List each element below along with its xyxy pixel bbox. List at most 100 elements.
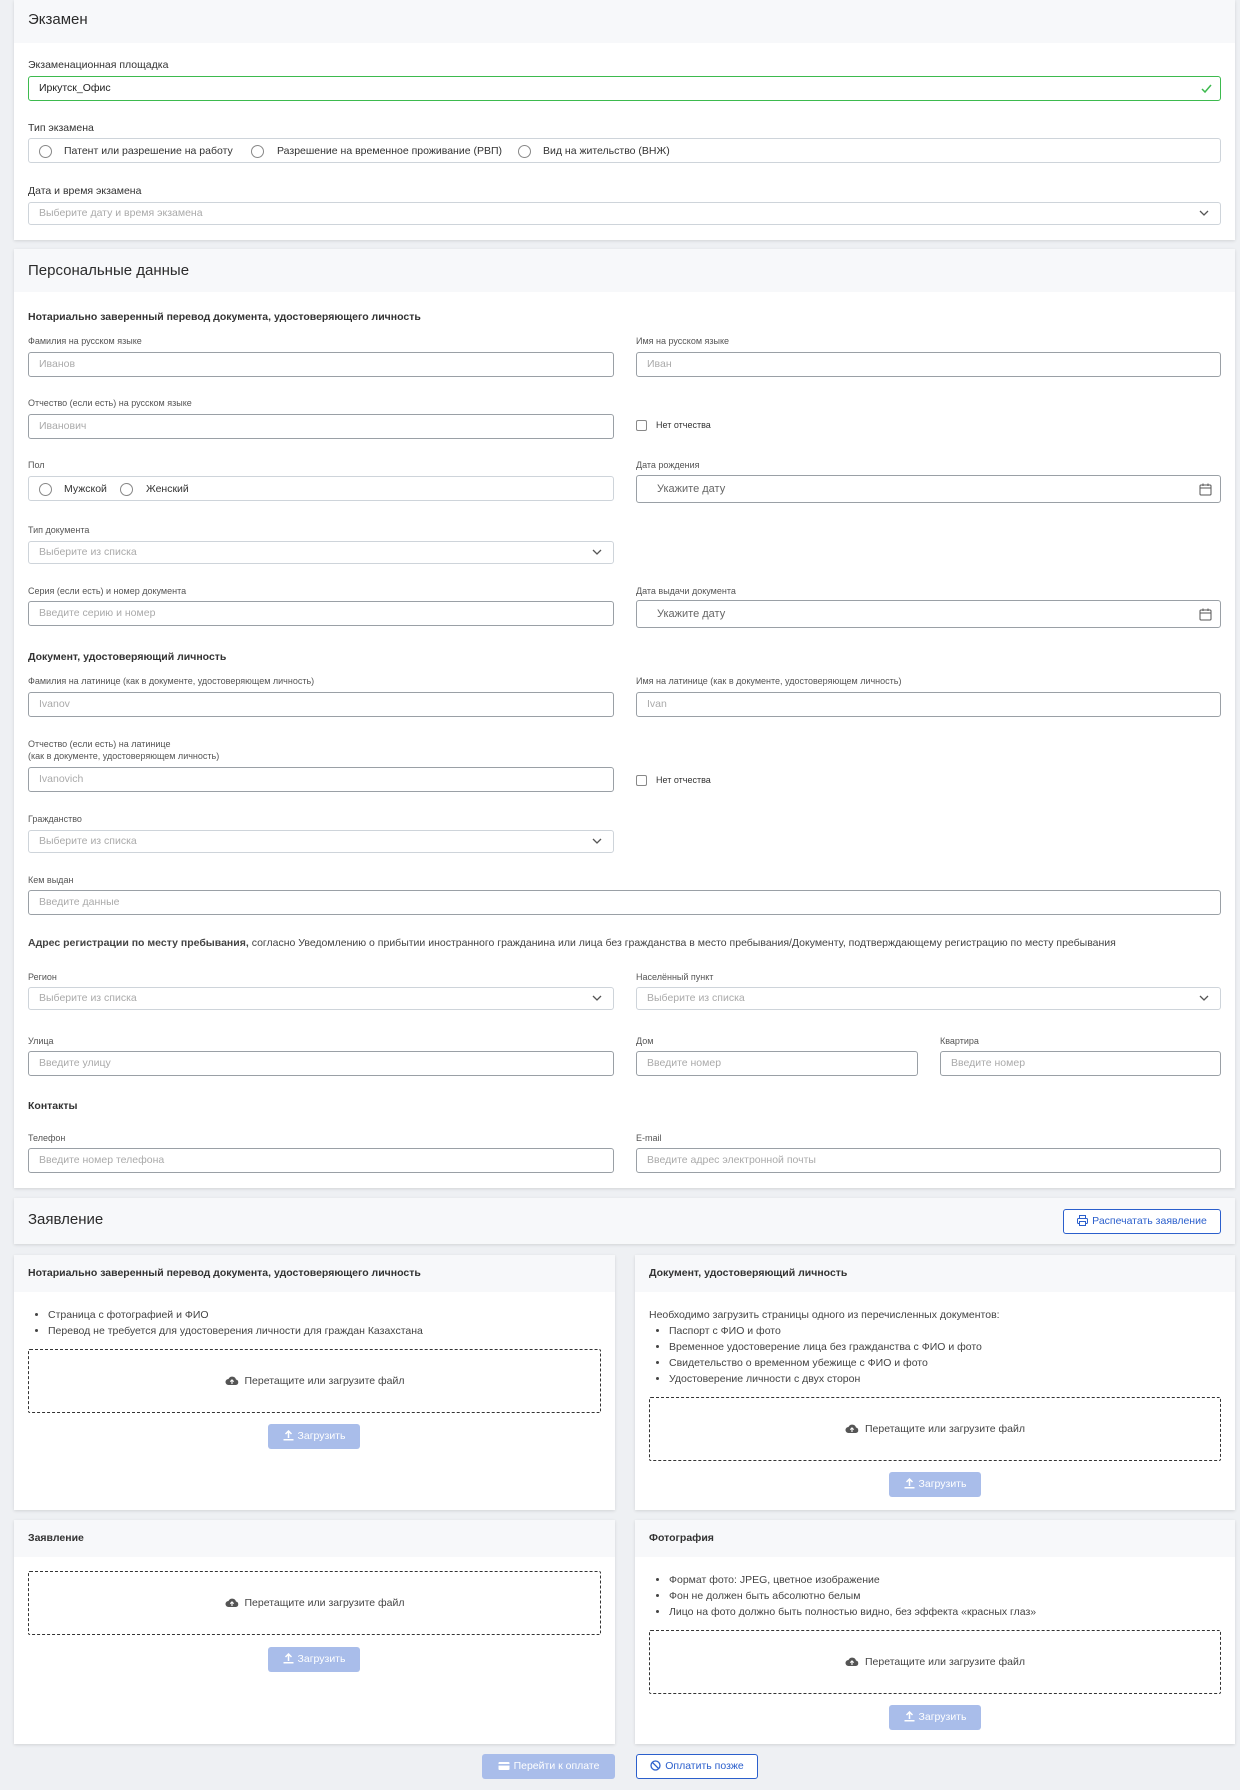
surname-ru-input[interactable]: Иванов xyxy=(28,352,614,377)
list-item: Свидетельство о временном убежище с ФИО … xyxy=(669,1355,1000,1371)
citizenship-select[interactable]: Выберите из списка xyxy=(28,830,614,853)
doc-issue-date-picker[interactable]: Укажите дату xyxy=(636,600,1221,628)
phone-input[interactable]: Введите номер телефона xyxy=(28,1148,614,1173)
exam-card: Экзамен Экзаменационная площадка Иркутск… xyxy=(14,0,1235,240)
personal-title: Персональные данные xyxy=(28,262,190,279)
notarized-panel-title: Нотариально заверенный перевод документа… xyxy=(14,1255,615,1292)
patronymic-lat-label-line1: Отчество (если есть) на латинице xyxy=(28,739,171,749)
exam-type-radio-patent[interactable] xyxy=(39,145,52,158)
statement-upload-button[interactable]: Загрузить xyxy=(268,1647,360,1672)
exam-type-option-rvp[interactable]: Разрешение на временное проживание (РВП) xyxy=(277,145,502,157)
doc-type-placeholder: Выберите из списка xyxy=(39,546,137,558)
no-patronymic-lat-label[interactable]: Нет отчества xyxy=(656,775,711,785)
id-document-requirements: Необходимо загрузить страницы одного из … xyxy=(649,1307,1000,1387)
citizenship-placeholder: Выберите из списка xyxy=(39,835,137,847)
street-label: Улица xyxy=(28,1036,54,1046)
doc-number-input[interactable]: Введите серию и номер xyxy=(28,601,614,626)
birthdate-placeholder: Укажите дату xyxy=(657,483,726,495)
email-input[interactable]: Введите адрес электронной почты xyxy=(636,1148,1221,1173)
surname-lat-input[interactable]: Ivanov xyxy=(28,692,614,717)
list-item: Временное удостоверение лица без граждан… xyxy=(669,1339,1000,1355)
doc-issue-date-placeholder: Укажите дату xyxy=(657,608,726,620)
list-item: Формат фото: JPEG, цветное изображение xyxy=(669,1572,1036,1588)
chevron-down-icon xyxy=(592,995,602,1001)
cloud-upload-icon xyxy=(224,1598,238,1607)
list-item: Фон не должен быть абсолютно белым xyxy=(669,1588,1036,1604)
notarized-upload-panel: Нотариально заверенный перевод документа… xyxy=(14,1255,615,1510)
statement-panel-title: Заявление xyxy=(14,1520,615,1557)
upload-icon xyxy=(904,1477,915,1489)
doc-type-label: Тип документа xyxy=(28,525,90,535)
exam-datetime-select[interactable]: Выберите дату и время экзамена xyxy=(28,202,1221,225)
street-input[interactable]: Введите улицу xyxy=(28,1051,614,1076)
citizenship-label: Гражданство xyxy=(28,814,82,824)
statement-dropzone[interactable]: Перетащите или загрузите файл xyxy=(28,1571,601,1635)
notarized-upload-button[interactable]: Загрузить xyxy=(268,1424,360,1449)
chevron-down-icon xyxy=(1199,995,1209,1001)
print-application-label: Распечатать заявление xyxy=(1092,1215,1207,1227)
upload-button-label: Загрузить xyxy=(918,1711,967,1723)
pay-later-button[interactable]: Оплатить позже xyxy=(636,1754,758,1779)
name-ru-input[interactable]: Иван xyxy=(636,352,1221,377)
issued-by-input[interactable]: Введите данные xyxy=(28,890,1221,915)
venue-value: Иркутск_Офис xyxy=(39,82,111,94)
no-patronymic-ru-label[interactable]: Нет отчества xyxy=(656,420,711,430)
personal-data-card: Персональные данные Нотариально заверенн… xyxy=(14,249,1235,1188)
apartment-input[interactable]: Введите номер xyxy=(940,1051,1221,1076)
dropzone-hint: Перетащите или загрузите файл xyxy=(845,1423,1025,1435)
region-select[interactable]: Выберите из списка xyxy=(28,987,614,1010)
exam-type-option-patent[interactable]: Патент или разрешение на работу xyxy=(64,145,233,157)
id-document-upload-button[interactable]: Загрузить xyxy=(889,1472,981,1497)
exam-type-radio-rvp[interactable] xyxy=(251,145,264,158)
upload-button-label: Загрузить xyxy=(297,1653,346,1665)
gender-label: Пол xyxy=(28,460,45,470)
go-to-payment-button[interactable]: Перейти к оплате xyxy=(482,1754,615,1779)
statement-upload-panel: Заявление Перетащите или загрузите файл … xyxy=(14,1520,615,1744)
cloud-upload-icon xyxy=(845,1657,859,1666)
calendar-icon[interactable] xyxy=(1199,608,1212,621)
gender-radio-group: Мужской Женский xyxy=(28,476,614,501)
calendar-icon[interactable] xyxy=(1199,483,1212,496)
upload-icon xyxy=(904,1710,915,1722)
upload-icon xyxy=(283,1429,294,1441)
email-label: E-mail xyxy=(636,1133,662,1143)
dropzone-hint: Перетащите или загрузите файл xyxy=(224,1375,405,1387)
check-icon xyxy=(1201,84,1212,94)
photo-upload-panel: Фотография Формат фото: JPEG, цветное из… xyxy=(635,1520,1235,1744)
list-item: Лицо на фото должно быть полностью видно… xyxy=(669,1604,1036,1620)
ban-icon xyxy=(650,1760,661,1771)
upload-icon xyxy=(283,1652,294,1664)
photo-dropzone[interactable]: Перетащите или загрузите файл xyxy=(649,1630,1221,1694)
gender-radio-female[interactable] xyxy=(120,483,133,496)
exam-type-option-vnzh[interactable]: Вид на жительство (ВНЖ) xyxy=(543,145,670,157)
print-application-button[interactable]: Распечатать заявление xyxy=(1063,1209,1221,1234)
id-document-dropzone[interactable]: Перетащите или загрузите файл xyxy=(649,1397,1221,1461)
venue-select[interactable]: Иркутск_Офис xyxy=(28,76,1221,101)
photo-upload-button[interactable]: Загрузить xyxy=(889,1705,981,1730)
surname-ru-label: Фамилия на русском языке xyxy=(28,336,142,346)
patronymic-lat-input[interactable]: Ivanovich xyxy=(28,767,614,792)
exam-type-radio-vnzh[interactable] xyxy=(518,145,531,158)
apartment-label: Квартира xyxy=(940,1036,979,1046)
gender-radio-male[interactable] xyxy=(39,483,52,496)
no-patronymic-lat-checkbox[interactable] xyxy=(636,775,647,786)
gender-option-female[interactable]: Женский xyxy=(146,483,189,495)
birthdate-label: Дата рождения xyxy=(636,460,700,470)
dropzone-hint: Перетащите или загрузите файл xyxy=(845,1656,1025,1668)
patronymic-ru-input[interactable]: Иванович xyxy=(28,414,614,439)
doc-type-select[interactable]: Выберите из списка xyxy=(28,541,614,564)
name-lat-input[interactable]: Ivan xyxy=(636,692,1221,717)
surname-lat-label: Фамилия на латинице (как в документе, уд… xyxy=(28,676,315,686)
notarized-dropzone[interactable]: Перетащите или загрузите файл xyxy=(28,1349,601,1413)
birthdate-picker[interactable]: Укажите дату xyxy=(636,475,1221,503)
locality-select[interactable]: Выберите из списка xyxy=(636,987,1221,1010)
list-item: Удостоверение личности с двух сторон xyxy=(669,1371,1000,1387)
house-input[interactable]: Введите номер xyxy=(636,1051,918,1076)
notarized-heading: Нотариально заверенный перевод документа… xyxy=(28,311,421,323)
region-placeholder: Выберите из списка xyxy=(39,992,137,1004)
list-item: Страница с фотографией и ФИО xyxy=(48,1307,423,1323)
gender-option-male[interactable]: Мужской xyxy=(64,483,107,495)
pay-later-label: Оплатить позже xyxy=(665,1760,744,1772)
photo-requirements: Формат фото: JPEG, цветное изображение Ф… xyxy=(649,1572,1036,1620)
no-patronymic-ru-checkbox[interactable] xyxy=(636,420,647,431)
